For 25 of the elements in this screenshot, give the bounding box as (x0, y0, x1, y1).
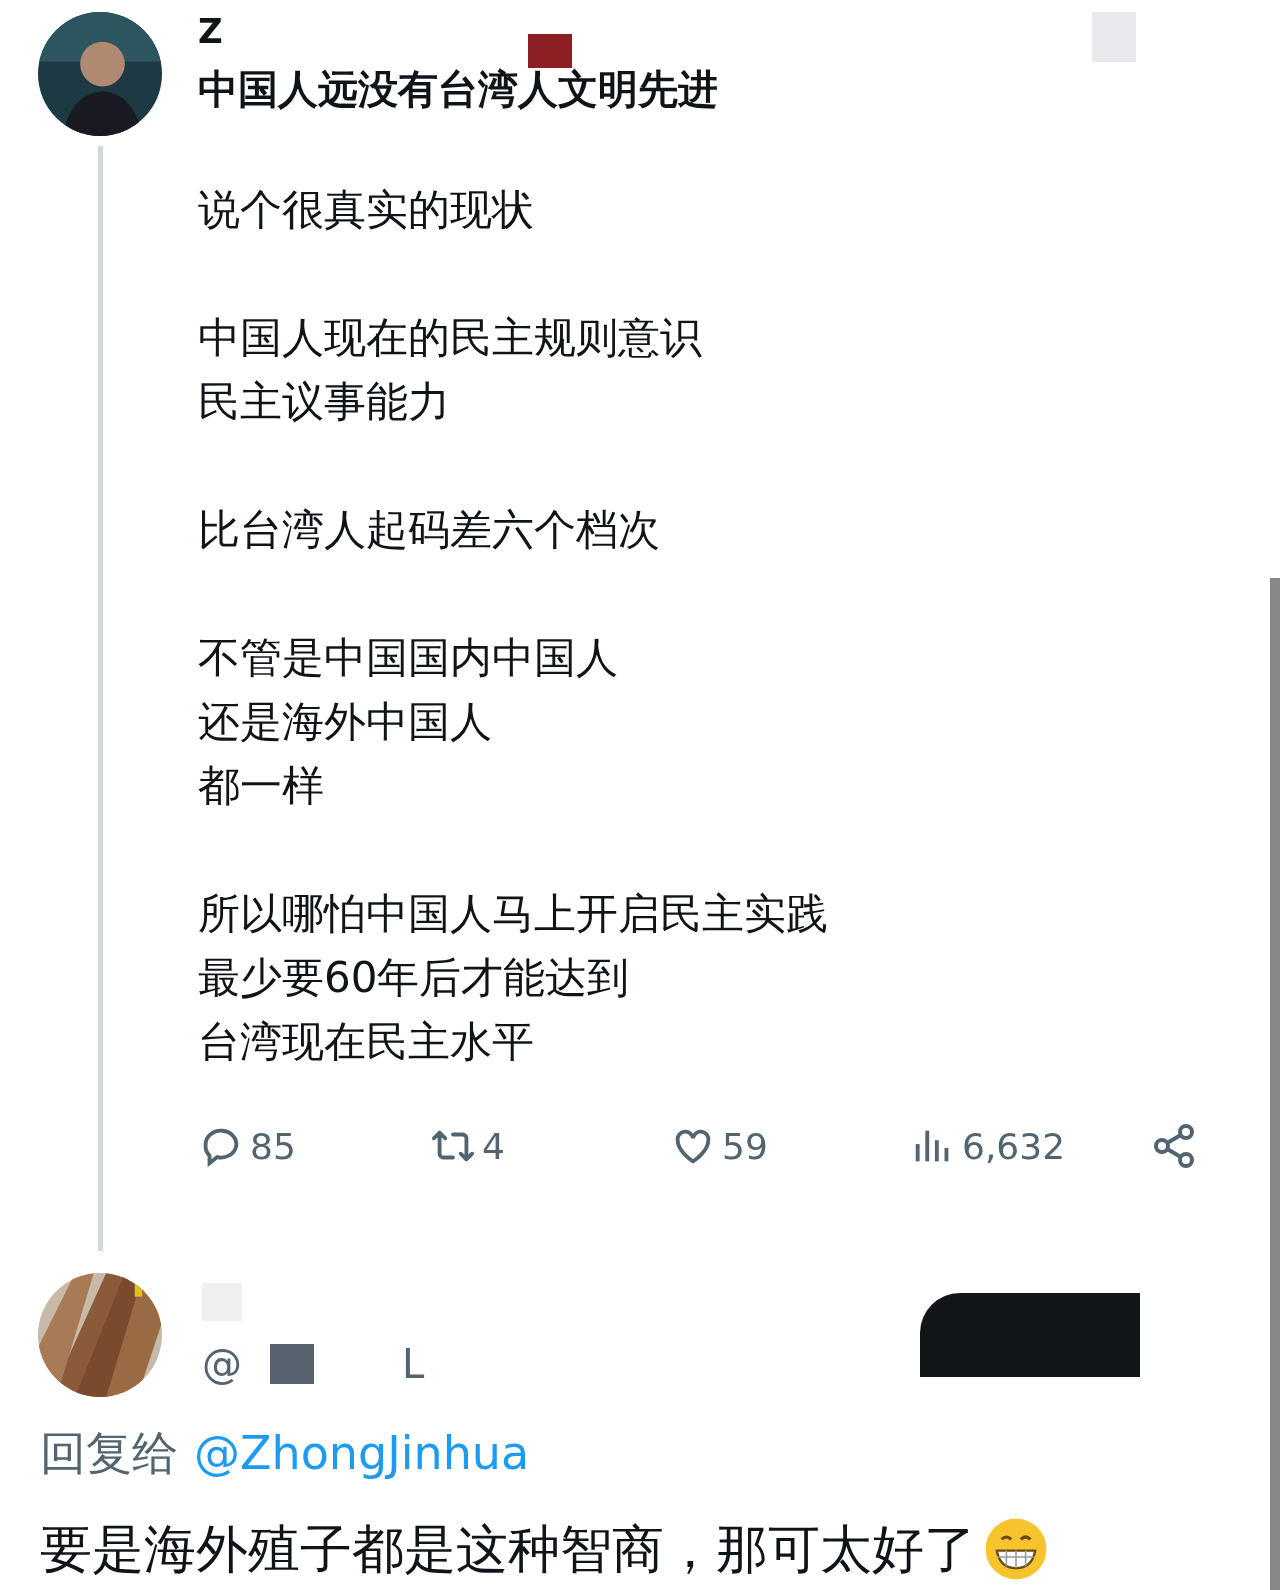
post-text-line: 台湾现在民主水平 (198, 1016, 535, 1068)
handle-text: L (402, 1341, 425, 1387)
redaction-block (1091, 12, 1136, 62)
post-text-line: 说个很真实的现状 (198, 184, 535, 236)
mention-link[interactable]: @ZhongJinhua (194, 1417, 530, 1489)
post-text-line: 都一样 (198, 760, 325, 812)
post-title: 中国人远没有台湾人文明先进 (198, 65, 719, 114)
views-count: 6,632 (962, 1125, 1066, 1167)
author-name: Z (198, 14, 223, 44)
repost-count: 4 (482, 1125, 505, 1167)
post-text-line: 还是海外中国人 (198, 696, 493, 748)
post-text-line: 民主议事能力 (198, 376, 451, 428)
reply-count: 85 (250, 1125, 296, 1167)
redaction-block (527, 34, 572, 68)
post-text-line: 最少要60年后才能达到 (198, 952, 631, 1004)
handle-text: @ (202, 1341, 242, 1387)
post-text-line: 不管是中国国内中国人 (198, 632, 619, 684)
post-text-line: 所以哪怕中国人马上开启民主实践 (198, 888, 829, 940)
reply-to-label: 回复给 (40, 1425, 178, 1482)
like-count: 59 (722, 1125, 768, 1167)
post-text-line: 中国人现在的民主规则意识 (198, 312, 703, 364)
reply-text: 要是海外殖子都是这种智商，那可太好了 (40, 1518, 976, 1581)
post-text-line: 比台湾人起码差六个档次 (198, 504, 661, 556)
redaction-block (270, 1344, 314, 1384)
grinning-face-icon (984, 1517, 1048, 1581)
